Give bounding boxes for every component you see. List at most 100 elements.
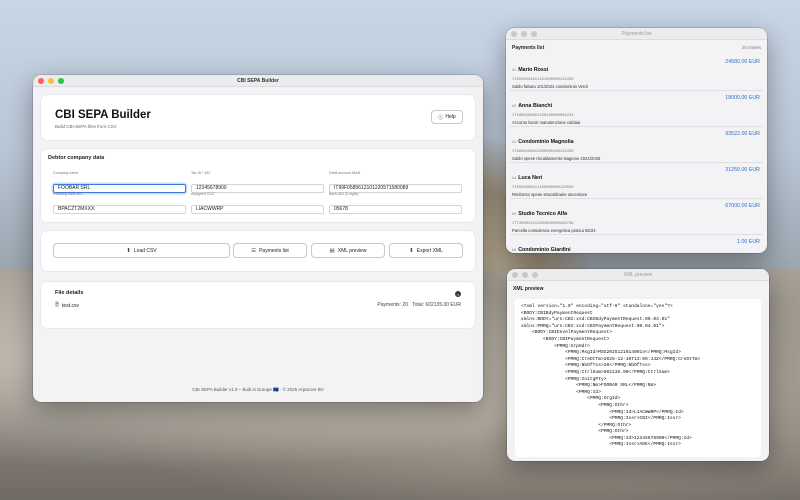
bic-input[interactable] [53,204,186,214]
payment-amount: 93522.00 EUR [725,131,760,137]
file-details-card: File details × 🗎 test.csv Payments: 20 T… [41,282,475,328]
abi-field: Bank ABI (5 digits) [329,192,462,215]
xml-heading: XML preview [513,286,544,292]
list-icon: ☰ [251,247,257,254]
xml-line: <PMRQ:Issr>ADE</PMRQ:Issr> [521,442,681,448]
upload-icon: ⬆ [126,247,131,254]
field-label: Tax ID / VAT [191,171,211,175]
payment-number: #1 [512,68,517,72]
payments-list-label: Payments list [259,247,289,254]
document-icon: ▤ [329,247,335,254]
cuc-field: Assigned CUC [191,192,324,215]
file-name: test.csv [62,303,79,309]
file-details-title: File details [55,290,84,296]
iban-field: Debit account IBAN [329,171,462,194]
field-label: Ordering bank BIC [53,192,83,196]
help-button[interactable]: ⓘ Help [431,110,463,124]
payment-number: #5 [512,212,517,216]
help-button-label: Help [445,114,456,120]
export-icon: ⬇ [409,247,414,254]
payment-amount: 18000.00 EUR [725,95,760,101]
xml-line: <BODY:CBIEnvelPaymentRequest> [521,330,612,336]
xml-line: <PMRQ:Othr> [521,429,629,435]
payment-name: Anna Bianchi [518,103,553,109]
footer: CBI SEPA Builder v1.0 – Built in Europe … [192,387,324,392]
field-label: Bank ABI (5 digits) [329,192,359,196]
export-xml-label: Export XML [416,247,443,254]
payment-description: Saldo fattura 101/2024 condominio Verdi [512,84,588,89]
payment-number: #6 [512,248,517,252]
payments-count: 20 entries [742,45,761,50]
xml-text-area[interactable]: <?xml version="1.0" encoding="utf-8" sta… [515,299,761,457]
xml-line: <PMRQ:OrgId> [521,396,621,402]
company-name-field: Company name [53,171,186,194]
payment-description: Saldo spese riscaldamento stagione 2024/… [512,156,601,161]
payment-description: Acconto lavori manutenzione caldaia [512,120,581,125]
field-label: Debit account IBAN [329,171,361,175]
payments-list: #1 Mario Rossi 24580.00 EUR IT60X05428111… [510,55,763,253]
xml-line: <PMRQ:Othr> [521,402,629,408]
payment-number: #3 [512,140,517,144]
xml-line: <PMRQ:NbOfTxs>20</PMRQ:NbOfTxs> [521,363,651,369]
main-window: CBI SEPA Builder CBI SEPA Builder Build … [33,75,483,402]
field-label: Company name [53,171,79,175]
main-window-title: CBI SEPA Builder [237,77,279,84]
list-item[interactable]: #6 Condominio Giardini 1.00 EUR [510,235,763,253]
field-label: Assigned CUC [191,192,215,196]
xml-line: <PMRQ:CtrlSum>602135.00</PMRQ:CtrlSum> [521,369,670,375]
payment-amount: 24580.00 EUR [725,59,760,65]
payments-titlebar[interactable]: Payments list [506,28,767,40]
actions-card: ⬆ Load CSV ☰ Payments list ▤ XML preview… [41,231,475,271]
payment-name: Condominio Giardini [518,247,571,253]
payment-name: Luca Neri [518,175,543,181]
list-item[interactable]: #2 Anna Bianchi 18000.00 EUR IT16N0306901… [510,91,763,127]
payment-description: Parcella consulenza energetica pratica 5… [512,228,596,233]
file-stats: Payments: 20 Total: 602135.00 EUR [377,302,461,308]
cuc-input[interactable] [191,204,324,214]
payments-window-title: Payments list [621,30,652,37]
header-card: CBI SEPA Builder Build CBI-SEPA files fr… [41,95,475,140]
load-csv-label: Load CSV [133,247,157,254]
list-item[interactable]: #5 Studio Tecnico Alfa 67000.00 EUR IT72K… [510,199,763,235]
list-item[interactable]: #1 Mario Rossi 24580.00 EUR IT60X05428111… [510,55,763,91]
help-icon: ⓘ [438,114,444,121]
payment-number: #4 [512,176,517,180]
xml-preview-button[interactable]: ▤ XML preview [311,243,385,258]
xml-line: <PMRQ:Issr>CBI</PMRQ:Issr> [521,416,681,422]
app-title: CBI SEPA Builder [55,109,151,121]
payment-amount: 31250.00 EUR [725,167,760,173]
payments-window: Payments list Payments list 20 entries #… [506,28,767,253]
clear-file-icon[interactable]: × [455,291,461,297]
app-subtitle: Build CBI-SEPA files from CSV [55,124,117,129]
payment-amount: 67000.00 EUR [725,203,760,209]
abi-input[interactable] [329,204,462,214]
payment-iban: IT60X0542811101000000123456 [512,78,574,82]
payment-iban: IT98X0200812300000100123456 [512,150,574,154]
xml-preview-label: XML preview [337,247,367,254]
list-item[interactable]: #4 Luca Neri 31250.00 EUR IT85K0306911100… [510,163,763,199]
payment-iban: IT72K0622512304000000456789 [512,222,574,226]
list-item[interactable]: #3 Condominio Magnolia 93522.00 EUR IT98X… [510,127,763,163]
payment-description: Rimborso spese straordinarie ascensore [512,192,588,197]
payments-list-button[interactable]: ☰ Payments list [233,243,307,258]
load-csv-button[interactable]: ⬆ Load CSV [53,243,230,258]
payment-number: #2 [512,104,517,108]
main-titlebar[interactable]: CBI SEPA Builder [33,75,483,87]
xml-window-title: XML preview [623,271,653,278]
payment-iban: IT85K0306911100000000123000 [512,186,574,190]
payment-name: Condominio Magnolia [518,139,574,145]
payment-iban: IT16N0306901230100000001234 [512,114,574,118]
xml-line: xmlns:BODY="urn:CBI:xsd:CBIBdyPaymentReq… [521,317,670,323]
payment-amount: 1.00 EUR [737,239,760,245]
file-icon: 🗎 [55,302,60,308]
payment-name: Mario Rossi [518,67,549,73]
xml-titlebar[interactable]: XML preview [507,269,769,281]
bic-field: Ordering bank BIC [53,192,186,215]
payments-heading: Payments list [512,45,545,51]
xml-line: <BODY:CBIPaymentRequest> [521,336,610,342]
debtor-card: Debtor company data Company name Tax ID … [41,149,475,222]
tax-id-field: Tax ID / VAT [191,171,324,194]
xml-line: <PMRQ:MsgId>MSG20251210140914</PMRQ:MsgI… [521,350,681,356]
export-xml-button[interactable]: ⬇ Export XML [389,243,463,258]
payment-name: Studio Tecnico Alfa [518,211,568,217]
